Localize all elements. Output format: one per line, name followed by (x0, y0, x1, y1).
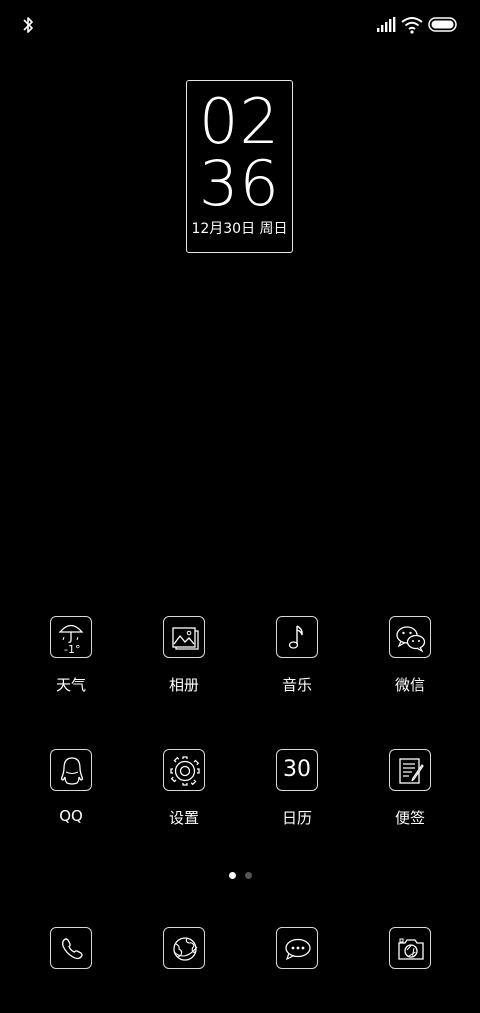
dock-browser[interactable] (139, 927, 229, 969)
wechat-icon (389, 616, 431, 658)
browser-icon (163, 927, 205, 969)
page-indicator (0, 872, 480, 880)
app-qq[interactable]: QQ (26, 749, 116, 825)
app-settings[interactable]: 设置 (139, 749, 229, 828)
music-icon (276, 616, 318, 658)
clock-widget[interactable]: 02 36 12月30日 周日 (186, 80, 293, 253)
clock-date: 12月30日 周日 (191, 221, 288, 237)
app-weather[interactable]: -1° 天气 (26, 616, 116, 695)
app-wechat[interactable]: 微信 (365, 616, 455, 695)
phone-icon (50, 927, 92, 969)
app-label: QQ (59, 807, 83, 825)
camera-icon (389, 927, 431, 969)
app-label: 便签 (394, 809, 425, 827)
page-dot[interactable] (245, 872, 252, 879)
app-label: 设置 (168, 809, 199, 827)
app-label: 音乐 (281, 676, 312, 694)
settings-icon (163, 749, 205, 791)
clock-hours: 02 (199, 85, 280, 158)
page-dot-active[interactable] (229, 872, 236, 879)
messages-icon (276, 927, 318, 969)
weather-icon: -1° (50, 616, 92, 658)
dock-messages[interactable] (252, 927, 342, 969)
weather-temp: -1° (64, 643, 80, 656)
battery-icon (428, 17, 457, 32)
notes-icon (389, 749, 431, 791)
app-label: 相册 (168, 676, 199, 694)
clock-minutes: 36 (199, 147, 280, 220)
dock-phone[interactable] (26, 927, 116, 969)
bluetooth-icon (23, 17, 33, 33)
gallery-icon (163, 616, 205, 658)
app-label: 日历 (281, 809, 312, 827)
app-music[interactable]: 音乐 (252, 616, 342, 695)
calendar-day: 30 (283, 757, 311, 782)
wifi-icon (401, 17, 423, 34)
app-label: 天气 (55, 676, 86, 694)
app-calendar[interactable]: 30 日历 (252, 749, 342, 828)
app-notes[interactable]: 便签 (365, 749, 455, 828)
status-bar (0, 0, 480, 50)
signal-icon (377, 17, 396, 32)
app-gallery[interactable]: 相册 (139, 616, 229, 695)
app-label: 微信 (394, 676, 425, 694)
dock-camera[interactable] (365, 927, 455, 969)
calendar-icon: 30 (276, 749, 318, 791)
qq-icon (50, 749, 92, 791)
